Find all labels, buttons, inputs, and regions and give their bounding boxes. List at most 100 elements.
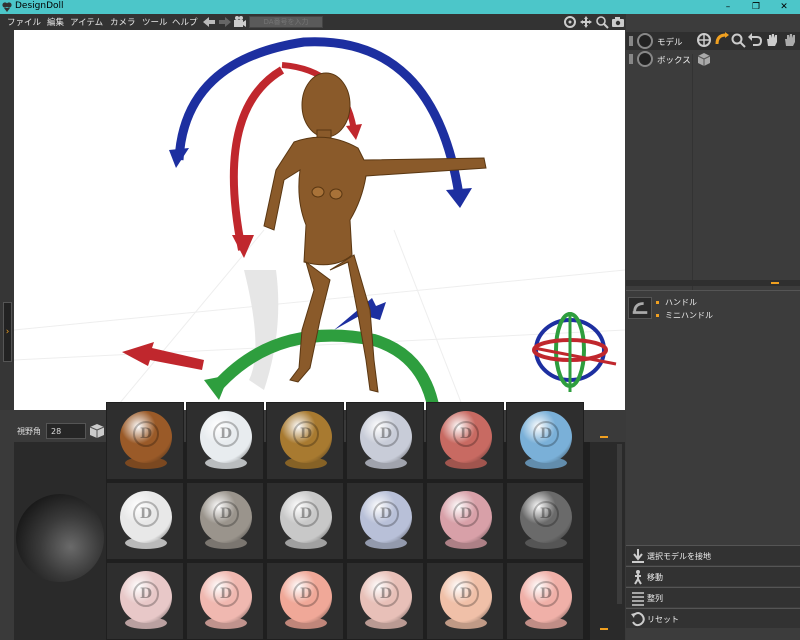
ground-model-button[interactable]: 選択モデルを接地 bbox=[626, 545, 800, 565]
3d-viewport[interactable] bbox=[14, 30, 625, 410]
handle-mode-icon[interactable] bbox=[628, 297, 652, 319]
move-button[interactable]: 移動 bbox=[626, 566, 800, 586]
close-button[interactable]: ✕ bbox=[772, 0, 796, 14]
reset-label: リセット bbox=[647, 615, 679, 624]
material-swatch[interactable]: D bbox=[186, 402, 264, 480]
screenshot-camera-icon[interactable] bbox=[611, 15, 625, 29]
reset-icon bbox=[631, 612, 645, 627]
material-preview-sphere bbox=[16, 494, 104, 582]
undo-icon[interactable] bbox=[747, 32, 763, 48]
swatch-logo-icon: D bbox=[213, 581, 239, 607]
cube-icon[interactable] bbox=[88, 422, 106, 440]
handle-option[interactable]: ハンドル bbox=[656, 297, 697, 308]
da-number-input[interactable] bbox=[249, 16, 323, 28]
swatch-logo-icon: D bbox=[373, 501, 399, 527]
arrow-left-icon[interactable] bbox=[202, 15, 216, 29]
minimize-button[interactable]: – bbox=[716, 0, 740, 14]
splitter-grip bbox=[771, 282, 779, 284]
rotate-view-icon[interactable] bbox=[563, 15, 577, 29]
align-icon bbox=[632, 592, 644, 606]
option-bullet bbox=[656, 301, 659, 304]
swatch-logo-icon: D bbox=[133, 581, 159, 607]
swatch-logo-icon: D bbox=[213, 501, 239, 527]
material-scrollbar[interactable] bbox=[614, 442, 625, 640]
material-swatch[interactable]: D bbox=[346, 402, 424, 480]
maximize-button[interactable]: ❐ bbox=[744, 0, 768, 14]
menu-item[interactable]: アイテム bbox=[70, 16, 103, 28]
visibility-toggle[interactable] bbox=[629, 54, 633, 64]
reset-button[interactable]: リセット bbox=[626, 608, 800, 628]
material-swatch[interactable]: D bbox=[426, 562, 504, 640]
material-swatch[interactable]: D bbox=[506, 482, 584, 560]
pointer-icon[interactable] bbox=[782, 32, 798, 48]
left-collapse-strip: › bbox=[0, 30, 14, 410]
camera-move-icon[interactable] bbox=[233, 15, 247, 29]
swatch-logo-icon: D bbox=[293, 421, 319, 447]
layer-row-box[interactable]: ボックス bbox=[626, 50, 800, 68]
material-swatch[interactable]: D bbox=[346, 562, 424, 640]
swatch-logo-icon: D bbox=[453, 421, 479, 447]
swatch-logo-icon: D bbox=[293, 501, 319, 527]
box-icon[interactable] bbox=[696, 51, 712, 67]
option-bullet bbox=[656, 314, 659, 317]
menu-camera[interactable]: カメラ bbox=[110, 16, 136, 28]
material-swatch[interactable]: D bbox=[266, 402, 344, 480]
material-swatch[interactable]: D bbox=[426, 482, 504, 560]
palette-grip-bottom bbox=[600, 628, 608, 630]
swatch-logo-icon: D bbox=[373, 421, 399, 447]
material-swatch[interactable]: D bbox=[506, 562, 584, 640]
layer-lock-icon[interactable] bbox=[637, 33, 653, 49]
material-scrollbar-thumb[interactable] bbox=[617, 444, 622, 604]
title-bar: DesignDoll – ❐ ✕ bbox=[0, 0, 800, 14]
fov-label: 視野角 bbox=[17, 427, 41, 436]
align-label: 整列 bbox=[647, 594, 663, 603]
viewport-scene bbox=[14, 37, 625, 410]
divider bbox=[626, 290, 800, 291]
layer-lock-icon[interactable] bbox=[637, 51, 653, 67]
material-palette: D D D D D D D D D D D D D D D D D D bbox=[14, 402, 625, 640]
material-swatch[interactable]: D bbox=[266, 482, 344, 560]
material-swatch[interactable]: D bbox=[266, 562, 344, 640]
layer-label: ボックス bbox=[657, 56, 691, 66]
panel-splitter[interactable] bbox=[626, 280, 800, 286]
zoom-icon[interactable] bbox=[730, 32, 746, 48]
material-swatch[interactable]: D bbox=[186, 482, 264, 560]
menu-file[interactable]: ファイル bbox=[7, 16, 41, 28]
ground-down-icon bbox=[632, 549, 644, 563]
swatch-logo-icon: D bbox=[373, 581, 399, 607]
material-swatch[interactable]: D bbox=[426, 402, 504, 480]
menu-edit[interactable]: 編集 bbox=[47, 16, 64, 28]
pan-view-icon[interactable] bbox=[579, 15, 593, 29]
swatch-logo-icon: D bbox=[133, 421, 159, 447]
rotate-active-icon[interactable] bbox=[714, 32, 730, 48]
layer-label: モデル bbox=[657, 38, 683, 48]
designdoll-logo-icon bbox=[2, 2, 12, 12]
align-button[interactable]: 整列 bbox=[626, 587, 800, 607]
arrow-right-icon[interactable] bbox=[218, 15, 232, 29]
menu-help[interactable]: ヘルプ bbox=[172, 16, 198, 28]
swatch-logo-icon: D bbox=[533, 421, 559, 447]
zoom-view-icon[interactable] bbox=[595, 15, 609, 29]
mini-handle-option[interactable]: ミニハンドル bbox=[656, 310, 713, 321]
material-swatch[interactable]: D bbox=[106, 562, 184, 640]
material-swatch[interactable]: D bbox=[506, 402, 584, 480]
material-grid: D D D D D D D D D D D D D D D D D D bbox=[106, 402, 590, 640]
menu-tool[interactable]: ツール bbox=[142, 16, 168, 28]
swatch-logo-icon: D bbox=[533, 581, 559, 607]
swatch-logo-icon: D bbox=[213, 421, 239, 447]
hand-icon[interactable] bbox=[764, 32, 780, 48]
orientation-gizmo bbox=[532, 312, 617, 392]
visibility-toggle[interactable] bbox=[629, 36, 633, 46]
swatch-logo-icon: D bbox=[533, 501, 559, 527]
swatch-logo-icon: D bbox=[453, 501, 479, 527]
material-swatch[interactable]: D bbox=[186, 562, 264, 640]
swatch-logo-icon: D bbox=[453, 581, 479, 607]
material-swatch[interactable]: D bbox=[106, 482, 184, 560]
menu-bar: ファイル 編集 アイテム カメラ ツール ヘルプ bbox=[0, 14, 626, 30]
left-panel-expand-button[interactable]: › bbox=[3, 302, 12, 362]
material-swatch[interactable]: D bbox=[106, 402, 184, 480]
material-swatch[interactable]: D bbox=[346, 482, 424, 560]
swatch-logo-icon: D bbox=[133, 501, 159, 527]
move-gizmo-icon[interactable] bbox=[696, 32, 712, 48]
fov-field[interactable] bbox=[46, 423, 86, 439]
